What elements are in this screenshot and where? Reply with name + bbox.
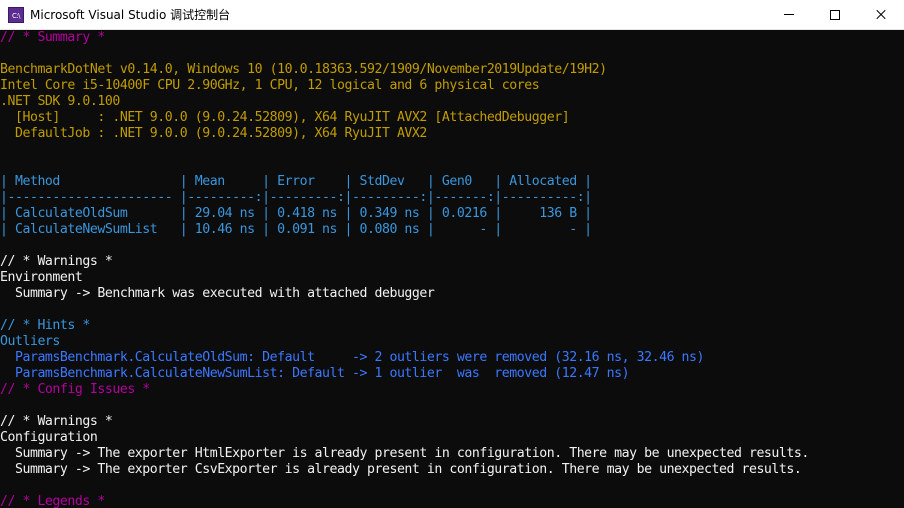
console-line: ParamsBenchmark.CalculateOldSum: Default… [0,350,705,365]
console-line: Summary -> The exporter CsvExporter is a… [0,462,802,477]
minimize-icon[interactable] [766,0,812,30]
console-line: ParamsBenchmark.CalculateNewSumList: Def… [0,366,630,381]
console-app-icon: C:\ [8,6,24,23]
console-line: Configuration [0,430,98,445]
maximize-icon[interactable] [812,0,858,30]
console-line: Environment [0,270,83,285]
console-window: C:\ Microsoft Visual Studio 调试控制台 // * S… [0,0,904,508]
window-controls [766,0,904,30]
window-title: Microsoft Visual Studio 调试控制台 [30,8,231,22]
console-line: | CalculateNewSumList | 10.46 ns | 0.091… [0,222,592,237]
console-line: DefaultJob : .NET 9.0.0 (9.0.24.52809), … [0,126,427,141]
close-icon[interactable] [858,0,904,30]
console-line: // * Warnings * [0,254,113,269]
console-line: Intel Core i5-10400F CPU 2.90GHz, 1 CPU,… [0,78,540,93]
console-line: | Method | Mean | Error | StdDev | Gen0 … [0,174,592,189]
console-line: |---------------------- |---------:|----… [0,190,592,205]
console-line: | CalculateOldSum | 29.04 ns | 0.418 ns … [0,206,592,221]
console-line: Summary -> Benchmark was executed with a… [0,286,435,301]
title-bar[interactable]: C:\ Microsoft Visual Studio 调试控制台 [0,0,904,30]
console-line: // * Legends * [0,494,105,508]
console-line: // * Warnings * [0,414,113,429]
console-line: [Host] : .NET 9.0.0 (9.0.24.52809), X64 … [0,110,570,125]
console-line: BenchmarkDotNet v0.14.0, Windows 10 (10.… [0,62,607,77]
console-line: // * Summary * [0,30,105,45]
console-line: Summary -> The exporter HtmlExporter is … [0,446,809,461]
console-line: // * Config Issues * [0,382,150,397]
console-line: .NET SDK 9.0.100 [0,94,120,109]
console-line: Outliers [0,334,60,349]
console-line: // * Hints * [0,318,90,333]
console-output[interactable]: // * Summary * BenchmarkDotNet v0.14.0, W… [0,30,904,508]
